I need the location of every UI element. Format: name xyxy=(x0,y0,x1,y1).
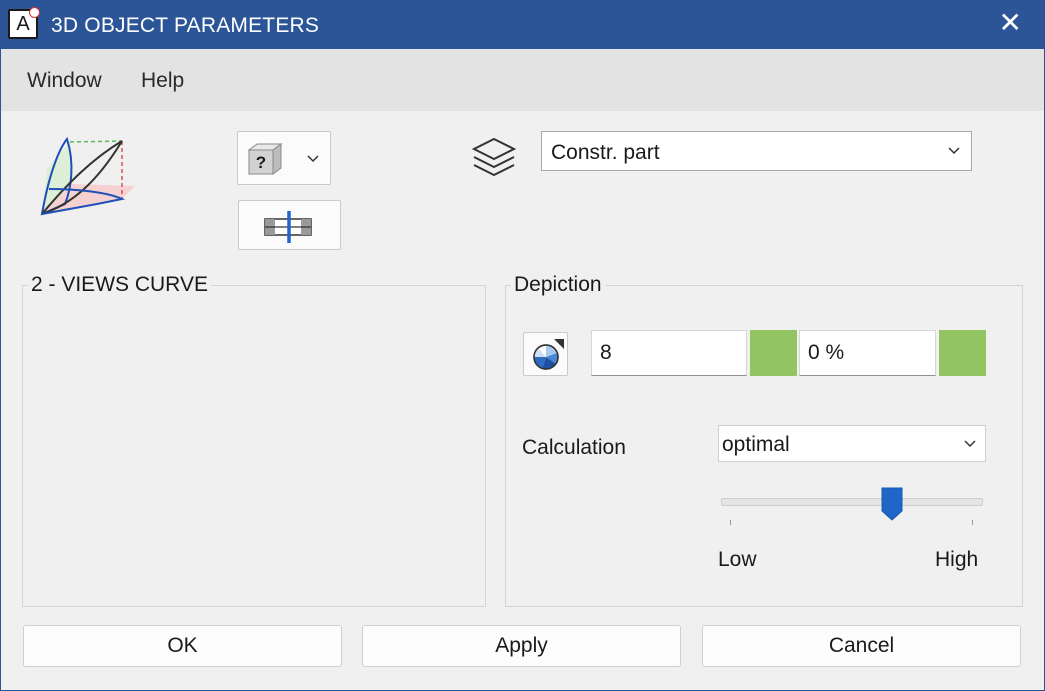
views-curve-group xyxy=(22,285,486,607)
view-type-dropdown-button[interactable]: ? xyxy=(237,131,331,185)
title-bar: A 3D OBJECT PARAMETERS ✕ xyxy=(1,1,1044,49)
dialog-window: A 3D OBJECT PARAMETERS ✕ Window Help ? C… xyxy=(0,0,1045,691)
app-icon: A xyxy=(8,7,40,39)
slider-tick-low xyxy=(730,520,731,525)
menu-bar: Window Help xyxy=(1,49,1044,111)
window-title: 3D OBJECT PARAMETERS xyxy=(51,14,320,37)
quality-slider-thumb[interactable] xyxy=(881,487,903,521)
calculation-select[interactable]: optimal xyxy=(718,425,986,462)
layers-icon[interactable] xyxy=(471,136,517,178)
app-icon-badge xyxy=(29,7,40,18)
slider-high-label: High xyxy=(935,548,979,571)
slider-low-label: Low xyxy=(718,548,757,571)
quality-slider-track[interactable] xyxy=(721,498,983,506)
app-icon-letter: A xyxy=(16,13,30,35)
chevron-down-icon xyxy=(948,147,960,155)
color-wheel-icon xyxy=(533,339,564,370)
section-plane-button[interactable] xyxy=(238,200,341,250)
unknown-view-cube-icon: ? xyxy=(247,143,283,175)
chevron-down-icon xyxy=(964,440,976,448)
layer-select[interactable]: Constr. part xyxy=(541,131,972,171)
color-swatch-2[interactable] xyxy=(939,330,986,376)
chevron-down-icon xyxy=(307,155,319,163)
calculation-select-value: optimal xyxy=(722,433,790,456)
section-plane-icon xyxy=(264,211,312,243)
color-swatch-1[interactable] xyxy=(750,330,797,376)
calculation-label: Calculation xyxy=(522,436,626,459)
depiction-percent-field[interactable]: 0 % xyxy=(799,330,936,376)
close-icon[interactable]: ✕ xyxy=(999,9,1022,37)
menu-item-help[interactable]: Help xyxy=(141,69,184,93)
view-type-glyph: ? xyxy=(256,153,266,172)
views-curve-title: 2 - VIEWS CURVE xyxy=(28,273,211,297)
depiction-value-field[interactable]: 8 xyxy=(591,330,747,376)
ok-button[interactable]: OK xyxy=(23,625,342,667)
cancel-button[interactable]: Cancel xyxy=(702,625,1021,667)
depiction-title: Depiction xyxy=(511,273,605,297)
3d-curve-preview-icon xyxy=(40,136,135,216)
menu-item-window[interactable]: Window xyxy=(27,69,102,93)
slider-tick-high xyxy=(972,520,973,525)
layer-select-value: Constr. part xyxy=(551,141,660,164)
depiction-value-text: 8 xyxy=(600,341,612,364)
apply-button[interactable]: Apply xyxy=(362,625,681,667)
depiction-percent-text: 0 % xyxy=(808,341,845,364)
color-wheel-button[interactable] xyxy=(523,332,568,376)
